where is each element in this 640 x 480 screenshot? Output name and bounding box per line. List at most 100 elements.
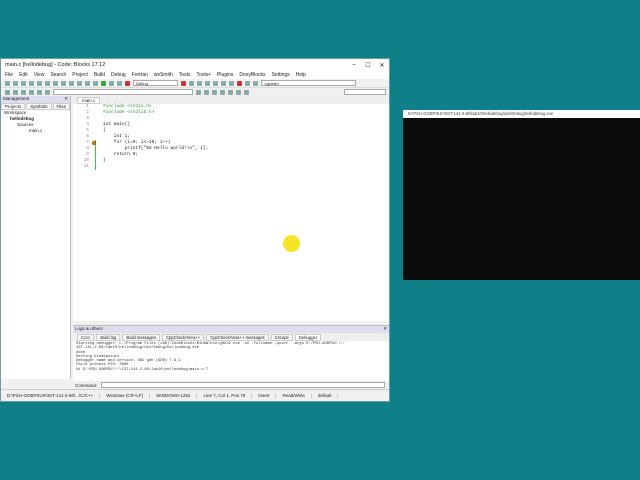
copy-icon[interactable]	[61, 80, 66, 86]
replace-icon[interactable]	[85, 80, 90, 86]
status-field: Windows (CR+LF)	[100, 393, 151, 398]
log-tab-debugger[interactable]: Debugger	[294, 333, 322, 341]
cut-icon[interactable]	[53, 80, 58, 86]
minimize-button[interactable]: –	[347, 62, 361, 69]
save-all-icon[interactable]	[29, 80, 34, 86]
command-input[interactable]	[101, 382, 385, 388]
step-out-icon[interactable]	[213, 80, 218, 86]
pause-icon[interactable]	[229, 80, 234, 86]
zoom-out-icon[interactable]	[244, 89, 249, 95]
toolbar-main: Debug <global>	[1, 79, 389, 88]
logs-panel: Logs & others ✕ Cccc Build log Build messag…	[73, 325, 389, 389]
menu-project[interactable]: Project	[72, 72, 88, 78]
prev-bookmark-icon[interactable]	[196, 89, 201, 95]
log-tab-cppcheck-vera-[interactable]: CppCheck/Vera++	[161, 333, 205, 341]
log-tab-cccc[interactable]: Cccc	[77, 333, 95, 341]
command-label: Command:	[75, 382, 98, 388]
tree-file-main[interactable]: main.c	[1, 128, 70, 134]
code-line: 11	[73, 164, 389, 170]
run-to-cursor-icon[interactable]	[189, 80, 194, 86]
status-field: D:\PSU-GOBPSU!!!\IST-141-2-60\...\C/C++	[1, 393, 101, 398]
search-combo[interactable]	[344, 89, 386, 95]
log-tab-build-messages[interactable]: Build messages	[122, 333, 160, 341]
maximize-button[interactable]: ☐	[361, 62, 375, 69]
menu-build[interactable]: Build	[94, 72, 105, 78]
status-bar: D:\PSU-GOBPSU!!!\IST-141-2-60\...\C/C++ W…	[1, 389, 389, 401]
paste-icon[interactable]	[69, 80, 74, 86]
code-text: #include <stdlib.h>	[103, 110, 155, 115]
breakpoint-marker-icon[interactable]	[92, 141, 96, 145]
menu-help[interactable]: Help	[296, 72, 306, 78]
tab-projects[interactable]: Projects	[1, 103, 26, 110]
next-bookmark-icon[interactable]	[204, 89, 209, 95]
menu-debug[interactable]: Debug	[111, 72, 126, 78]
stop-debugger-icon[interactable]	[237, 80, 242, 86]
status-field: default	[312, 393, 339, 398]
jump-forward-icon[interactable]	[45, 89, 50, 95]
build-icon[interactable]	[93, 80, 98, 86]
open-icon[interactable]	[13, 80, 18, 86]
management-panel: Management ✕ Projects Symbols Files Works…	[1, 96, 71, 379]
menu-file[interactable]: File	[5, 72, 13, 78]
menu-doxyblocks[interactable]: DoxyBlocks	[239, 72, 265, 78]
log-line: At D:\PSU-GOBPSU!!!\IST-141-2-60\lab10\h…	[76, 367, 209, 372]
redo-icon[interactable]	[45, 80, 50, 86]
menu-settings[interactable]: Settings	[272, 72, 290, 78]
next-line-icon[interactable]	[197, 80, 202, 86]
code-editor[interactable]: main.c 1 #include <stdio.h> 2 #include <std…	[73, 96, 389, 321]
save-icon[interactable]	[21, 80, 26, 86]
undo-icon[interactable]	[37, 80, 42, 86]
scope-select[interactable]: <global>	[261, 80, 356, 86]
close-logs-icon[interactable]: ✕	[383, 326, 387, 333]
match-brace-icon[interactable]	[220, 89, 225, 95]
run-icon[interactable]	[101, 80, 106, 86]
highlight-icon[interactable]	[212, 89, 217, 95]
log-tab-build-log[interactable]: Build log	[96, 333, 121, 341]
console-window[interactable]: D:\PSU-GOBPSU!!!\IST-141-2-60\lab10\hell…	[403, 110, 640, 280]
mouse-cursor-highlight	[283, 235, 300, 252]
step-into-icon[interactable]	[205, 80, 210, 86]
close-button[interactable]: ✕	[375, 62, 389, 69]
find-icon[interactable]	[77, 80, 82, 86]
menu-view[interactable]: View	[34, 72, 45, 78]
jump-back-icon[interactable]	[37, 89, 42, 95]
management-title: Management	[3, 96, 30, 101]
debug-windows-icon[interactable]	[245, 80, 250, 86]
stream-comment-icon[interactable]	[29, 89, 34, 95]
build-target-select[interactable]: Debug	[133, 80, 178, 86]
comment-icon[interactable]	[5, 89, 10, 95]
new-file-icon[interactable]	[5, 80, 10, 86]
status-field: Read/Write	[276, 393, 312, 398]
tab-symbols[interactable]: Symbols	[26, 103, 52, 110]
info-icon[interactable]	[253, 80, 258, 86]
editor-tab-main[interactable]: main.c	[77, 96, 101, 104]
zoom-in-icon[interactable]	[236, 89, 241, 95]
toggle-comment-icon[interactable]	[21, 89, 26, 95]
menu-plugins[interactable]: Plugins	[217, 72, 233, 78]
logs-title: Logs & others	[75, 326, 103, 331]
uncomment-icon[interactable]	[13, 89, 18, 95]
menu-edit[interactable]: Edit	[19, 72, 28, 78]
menu-wxsmith[interactable]: wxSmith	[154, 72, 173, 78]
menu-fortran[interactable]: Fortran	[132, 72, 148, 78]
status-field: Insert	[252, 393, 277, 398]
tab-files[interactable]: Files	[52, 103, 71, 110]
faded-popup	[250, 215, 385, 255]
function-select[interactable]	[53, 89, 193, 95]
menu-search[interactable]: Search	[50, 72, 66, 78]
menu-tools[interactable]: Tools+	[196, 72, 211, 78]
log-tab-cppcheck-vera-messages[interactable]: CppCheck/Vera++ messages	[206, 333, 269, 341]
window-title: main.c [hellodebug] - Code::Blocks 17.12	[5, 62, 106, 68]
menu-tools[interactable]: Tools	[179, 72, 191, 78]
build-run-icon[interactable]	[109, 80, 114, 86]
next-instruction-icon[interactable]	[221, 80, 226, 86]
doxy-icon[interactable]	[228, 89, 233, 95]
close-management-icon[interactable]: ✕	[64, 96, 68, 103]
log-tab-cscope[interactable]: Cscope	[270, 333, 293, 341]
debug-continue-icon[interactable]	[181, 80, 186, 86]
menu-bar: File Edit View Search Project Build Debug Fortr…	[1, 71, 389, 79]
rebuild-icon[interactable]	[117, 80, 122, 86]
line-number: 11	[83, 164, 89, 169]
abort-icon[interactable]	[125, 80, 130, 86]
